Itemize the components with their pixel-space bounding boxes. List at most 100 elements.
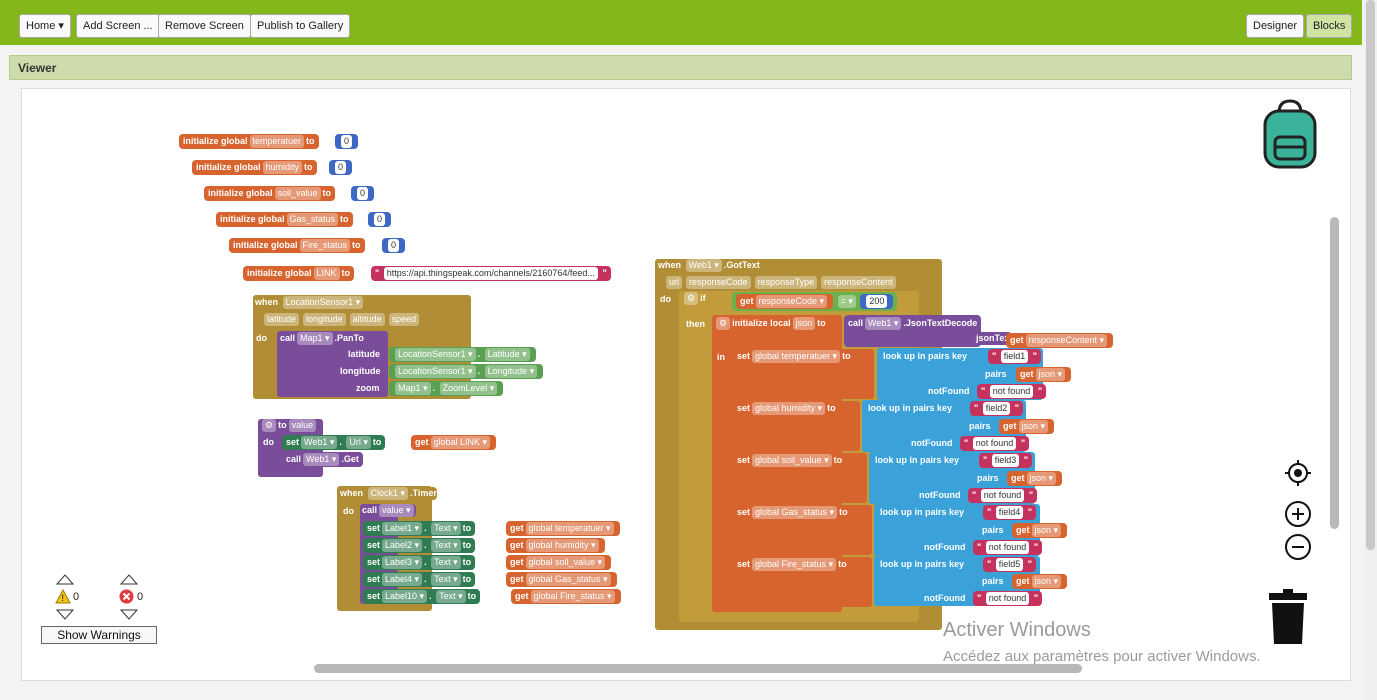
viewer-header: Viewer bbox=[9, 55, 1352, 80]
event-params: url responseCode responseType responseConte… bbox=[664, 276, 898, 289]
get-global-var-block[interactable]: get global humidity ▾ bbox=[506, 538, 605, 553]
do-label: do bbox=[660, 293, 671, 306]
init-global-block[interactable]: initialize global soil_value to bbox=[204, 186, 336, 201]
latitude-arg-label: latitude bbox=[348, 348, 381, 361]
get-json-block[interactable]: get json ▾ bbox=[1016, 367, 1072, 382]
trash-icon[interactable] bbox=[1268, 589, 1308, 645]
call-web-get-block[interactable]: call Web1 ▾ .Get bbox=[282, 452, 363, 467]
activation-watermark-text: Accédez aux paramètres pour activer Wind… bbox=[943, 648, 1261, 665]
init-global-block[interactable]: initialize global Gas_status to bbox=[216, 212, 353, 227]
gear-icon[interactable]: ⚙ bbox=[716, 317, 731, 330]
pairs-label: pairs bbox=[977, 472, 999, 485]
init-global-block[interactable]: initialize global temperatuer to bbox=[179, 134, 319, 149]
lookup-label: look up in pairs key bbox=[883, 350, 968, 363]
text-block[interactable]: " field4 " bbox=[983, 505, 1037, 520]
sensor-longitude-getter[interactable]: LocationSensor1 ▾. Longitude ▾ bbox=[389, 364, 544, 379]
text-block[interactable]: " not found " bbox=[968, 488, 1038, 503]
set-label-text-block[interactable]: set Label1 ▾. Text ▾ to bbox=[363, 521, 476, 536]
do-label: do bbox=[256, 332, 267, 345]
notfound-label: notFound bbox=[924, 541, 966, 554]
viewer-title: Viewer bbox=[18, 61, 57, 75]
set-label: set global soil_value ▾ to bbox=[737, 454, 843, 467]
gear-icon[interactable]: ⚙ bbox=[262, 419, 277, 432]
get-json-block[interactable]: get json ▾ bbox=[1012, 523, 1068, 538]
text-block[interactable]: " field5 " bbox=[983, 557, 1037, 572]
call-label: call Map1 ▾ .PanTo bbox=[280, 332, 364, 345]
warning-next-icon[interactable] bbox=[55, 609, 75, 621]
warning-icon: ! bbox=[55, 588, 71, 604]
set-label-text-block[interactable]: set Label4 ▾. Text ▾ to bbox=[363, 572, 476, 587]
get-json-block[interactable]: get json ▾ bbox=[1012, 574, 1068, 589]
set-label: set global Gas_status ▾ to bbox=[737, 506, 848, 519]
svg-text:!: ! bbox=[62, 593, 65, 603]
pairs-label: pairs bbox=[985, 368, 1007, 381]
text-block[interactable]: " field2 " bbox=[970, 401, 1024, 416]
zoom-out-icon[interactable] bbox=[1284, 533, 1312, 561]
lookup-label: look up in pairs key bbox=[880, 506, 965, 519]
text-block[interactable]: " not found " bbox=[973, 591, 1043, 606]
compare-block[interactable]: get responseCode ▾ = ▾ 200 bbox=[732, 292, 898, 311]
page-scrollbar-thumb[interactable] bbox=[1366, 0, 1375, 550]
warning-count: 0 bbox=[73, 591, 80, 603]
publish-gallery-button[interactable]: Publish to Gallery bbox=[250, 14, 351, 38]
init-global-block[interactable]: initialize global LINK to bbox=[243, 266, 355, 281]
number-block[interactable]: 0 bbox=[329, 160, 353, 175]
get-json-block[interactable]: get json ▾ bbox=[999, 419, 1055, 434]
lookup-label: look up in pairs key bbox=[880, 558, 965, 571]
text-block[interactable]: " https://api.thingspeak.com/channels/21… bbox=[371, 266, 611, 281]
number-block[interactable]: 0 bbox=[368, 212, 392, 227]
get-global-var-block[interactable]: get global temperatuer ▾ bbox=[506, 521, 620, 536]
get-global-var-block[interactable]: get global Gas_status ▾ bbox=[506, 572, 617, 587]
sensor-latitude-getter[interactable]: LocationSensor1 ▾. Latitude ▾ bbox=[389, 347, 536, 362]
text-block[interactable]: " field3 " bbox=[979, 453, 1033, 468]
remove-screen-button[interactable]: Remove Screen bbox=[158, 14, 251, 38]
event-header-label: when Clock1 ▾ .Timer bbox=[340, 487, 437, 500]
blocks-button[interactable]: Blocks bbox=[1306, 14, 1353, 38]
set-label-text-block[interactable]: set Label2 ▾. Text ▾ to bbox=[363, 538, 476, 553]
home-menu-button[interactable]: Home ▾ bbox=[19, 14, 71, 38]
get-response-content[interactable]: get responseContent ▾ bbox=[1006, 333, 1114, 348]
get-global-var-block[interactable]: get global Fire_status ▾ bbox=[511, 589, 621, 604]
warning-prev-icon[interactable] bbox=[55, 573, 75, 585]
error-prev-icon[interactable] bbox=[119, 573, 139, 585]
pairs-label: pairs bbox=[969, 420, 991, 433]
notfound-label: notFound bbox=[919, 489, 961, 502]
number-block[interactable]: 200 bbox=[860, 294, 894, 309]
get-global-var-block[interactable]: get global soil_value ▾ bbox=[506, 555, 612, 570]
init-local-label: ⚙ initialize local json to bbox=[714, 317, 826, 330]
json-text-decode-block[interactable]: call Web1 ▾ .JsonTextDecode bbox=[844, 315, 982, 347]
error-count: 0 bbox=[137, 591, 144, 603]
locate-icon[interactable] bbox=[1284, 459, 1312, 487]
backpack-icon[interactable] bbox=[1257, 99, 1323, 169]
set-label-text-block[interactable]: set Label3 ▾. Text ▾ to bbox=[363, 555, 476, 570]
set-label-text-block[interactable]: set Label10 ▾. Text ▾ to bbox=[363, 589, 481, 604]
pairs-label: pairs bbox=[982, 575, 1004, 588]
set-web-url-block[interactable]: set Web1 ▾. Url ▾ to bbox=[282, 435, 386, 450]
get-json-block[interactable]: get json ▾ bbox=[1007, 471, 1063, 486]
gear-icon[interactable]: ⚙ bbox=[684, 292, 699, 305]
number-block[interactable]: 0 bbox=[382, 238, 406, 253]
error-next-icon[interactable] bbox=[119, 609, 139, 621]
blocks-workspace[interactable]: initialize global temperatuer to 0 initial… bbox=[21, 88, 1351, 681]
page-scrollbar[interactable] bbox=[1364, 0, 1377, 700]
init-global-block[interactable]: initialize global humidity to bbox=[192, 160, 317, 175]
designer-button[interactable]: Designer bbox=[1246, 14, 1305, 38]
get-global-link-block[interactable]: get global LINK ▾ bbox=[411, 435, 497, 450]
map-zoomlevel-getter[interactable]: Map1 ▾. ZoomLevel ▾ bbox=[389, 381, 504, 396]
workspace-vertical-scrollbar[interactable] bbox=[1330, 217, 1339, 529]
text-block[interactable]: " not found " bbox=[973, 540, 1043, 555]
number-block[interactable]: 0 bbox=[351, 186, 375, 201]
init-global-block[interactable]: initialize global Fire_status to bbox=[229, 238, 365, 253]
number-block[interactable]: 0 bbox=[335, 134, 359, 149]
show-warnings-button[interactable]: Show Warnings bbox=[41, 626, 157, 644]
add-screen-button[interactable]: Add Screen ... bbox=[76, 14, 160, 38]
top-toolbar: Home ▾ Add Screen ... Remove Screen Publ… bbox=[0, 0, 1362, 45]
zoom-arg-label: zoom bbox=[356, 382, 380, 395]
text-block[interactable]: " not found " bbox=[977, 384, 1047, 399]
text-block[interactable]: " field1 " bbox=[988, 349, 1042, 364]
zoom-in-icon[interactable] bbox=[1284, 500, 1312, 528]
workspace-horizontal-scrollbar[interactable] bbox=[314, 664, 1082, 673]
event-header-label: when Web1 ▾ .GotText bbox=[658, 259, 760, 272]
get-response-code[interactable]: get responseCode ▾ bbox=[736, 294, 834, 309]
text-block[interactable]: " not found " bbox=[960, 436, 1030, 451]
